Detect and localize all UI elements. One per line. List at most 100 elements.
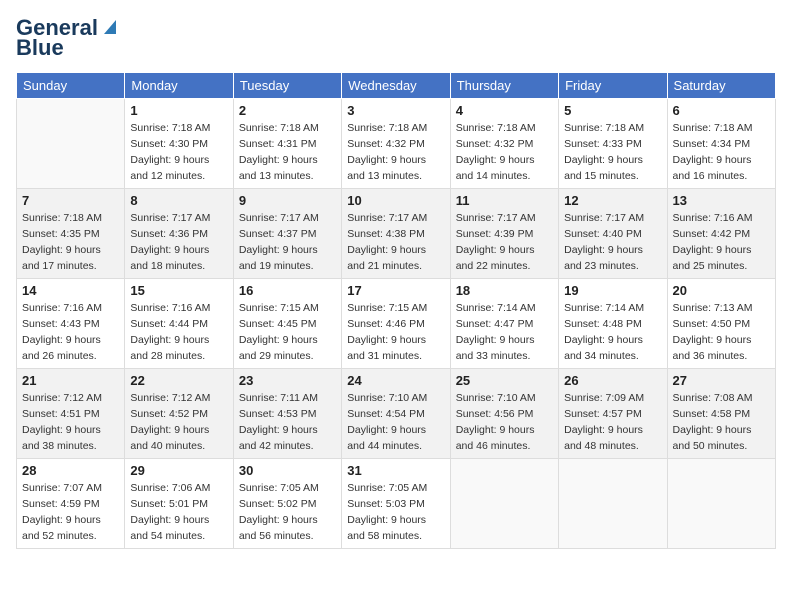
daylight-text: Daylight: 9 hours and 19 minutes. [239, 243, 336, 275]
day-detail: Sunrise: 7:10 AMSunset: 4:56 PMDaylight:… [456, 391, 553, 454]
daylight-text: Daylight: 9 hours and 52 minutes. [22, 513, 119, 545]
day-of-week-header: Thursday [450, 73, 558, 99]
sunrise-text: Sunrise: 7:10 AM [456, 391, 553, 407]
daylight-text: Daylight: 9 hours and 18 minutes. [130, 243, 227, 275]
calendar-header-row: SundayMondayTuesdayWednesdayThursdayFrid… [17, 73, 776, 99]
calendar-cell [450, 459, 558, 549]
day-detail: Sunrise: 7:14 AMSunset: 4:47 PMDaylight:… [456, 301, 553, 364]
day-detail: Sunrise: 7:17 AMSunset: 4:36 PMDaylight:… [130, 211, 227, 274]
day-number: 1 [130, 103, 227, 118]
day-number: 18 [456, 283, 553, 298]
sunrise-text: Sunrise: 7:16 AM [673, 211, 770, 227]
sunrise-text: Sunrise: 7:17 AM [239, 211, 336, 227]
calendar-cell: 4Sunrise: 7:18 AMSunset: 4:32 PMDaylight… [450, 99, 558, 189]
day-number: 28 [22, 463, 119, 478]
sunrise-text: Sunrise: 7:09 AM [564, 391, 661, 407]
daylight-text: Daylight: 9 hours and 16 minutes. [673, 153, 770, 185]
sunset-text: Sunset: 4:58 PM [673, 407, 770, 423]
day-number: 5 [564, 103, 661, 118]
sunset-text: Sunset: 4:52 PM [130, 407, 227, 423]
calendar-week-row: 7Sunrise: 7:18 AMSunset: 4:35 PMDaylight… [17, 189, 776, 279]
day-number: 29 [130, 463, 227, 478]
day-detail: Sunrise: 7:12 AMSunset: 4:52 PMDaylight:… [130, 391, 227, 454]
sunrise-text: Sunrise: 7:14 AM [456, 301, 553, 317]
logo: General Blue [16, 16, 120, 60]
daylight-text: Daylight: 9 hours and 44 minutes. [347, 423, 444, 455]
calendar-cell: 22 Sunrise: 7:12 AMSunset: 4:52 PMDayligh… [125, 369, 233, 459]
sunset-text: Sunset: 4:48 PM [564, 317, 661, 333]
daylight-text: Daylight: 9 hours and 23 minutes. [564, 243, 661, 275]
daylight-text: Daylight: 9 hours and 13 minutes. [239, 153, 336, 185]
day-number: 4 [456, 103, 553, 118]
day-detail: Sunrise: 7:18 AMSunset: 4:34 PMDaylight:… [673, 121, 770, 184]
calendar-week-row: 21Sunrise: 7:12 AMSunset: 4:51 PMDayligh… [17, 369, 776, 459]
day-detail: Sunrise: 7:13 AMSunset: 4:50 PMDaylight:… [673, 301, 770, 364]
logo-arrow-icon [100, 16, 120, 36]
sunset-text: Sunset: 4:38 PM [347, 227, 444, 243]
sunset-text: Sunset: 4:39 PM [456, 227, 553, 243]
day-number: 15 [130, 283, 227, 298]
calendar-cell: 1 Sunrise: 7:18 AMSunset: 4:30 PMDaylight… [125, 99, 233, 189]
day-number: 2 [239, 103, 336, 118]
day-detail: Sunrise: 7:16 AMSunset: 4:44 PMDaylight:… [130, 301, 227, 364]
daylight-text: Daylight: 9 hours and 54 minutes. [130, 513, 227, 545]
daylight-text: Daylight: 9 hours and 22 minutes. [456, 243, 553, 275]
sunrise-text: Sunrise: 7:17 AM [130, 211, 227, 227]
sunrise-text: Sunrise: 7:05 AM [239, 481, 336, 497]
day-detail: Sunrise: 7:07 AMSunset: 4:59 PMDaylight:… [22, 481, 119, 544]
daylight-text: Daylight: 9 hours and 48 minutes. [564, 423, 661, 455]
sunset-text: Sunset: 5:02 PM [239, 497, 336, 513]
sunrise-text: Sunrise: 7:15 AM [347, 301, 444, 317]
calendar-cell: 26Sunrise: 7:09 AMSunset: 4:57 PMDayligh… [559, 369, 667, 459]
day-number: 13 [673, 193, 770, 208]
day-detail: Sunrise: 7:17 AMSunset: 4:38 PMDaylight:… [347, 211, 444, 274]
sunrise-text: Sunrise: 7:15 AM [239, 301, 336, 317]
day-detail: Sunrise: 7:18 AMSunset: 4:35 PMDaylight:… [22, 211, 119, 274]
daylight-text: Daylight: 9 hours and 28 minutes. [130, 333, 227, 365]
sunrise-text: Sunrise: 7:05 AM [347, 481, 444, 497]
daylight-text: Daylight: 9 hours and 33 minutes. [456, 333, 553, 365]
day-detail: Sunrise: 7:06 AMSunset: 5:01 PMDaylight:… [130, 481, 227, 544]
logo-text-blue: Blue [16, 36, 64, 60]
calendar-cell: 31Sunrise: 7:05 AMSunset: 5:03 PMDayligh… [342, 459, 450, 549]
calendar-cell [667, 459, 775, 549]
day-number: 21 [22, 373, 119, 388]
calendar-cell: 16Sunrise: 7:15 AMSunset: 4:45 PMDayligh… [233, 279, 341, 369]
sunset-text: Sunset: 4:36 PM [130, 227, 227, 243]
day-number: 19 [564, 283, 661, 298]
sunrise-text: Sunrise: 7:16 AM [22, 301, 119, 317]
day-detail: Sunrise: 7:17 AMSunset: 4:40 PMDaylight:… [564, 211, 661, 274]
sunrise-text: Sunrise: 7:18 AM [22, 211, 119, 227]
sunrise-text: Sunrise: 7:11 AM [239, 391, 336, 407]
day-of-week-header: Sunday [17, 73, 125, 99]
daylight-text: Daylight: 9 hours and 25 minutes. [673, 243, 770, 275]
calendar-table: SundayMondayTuesdayWednesdayThursdayFrid… [16, 72, 776, 549]
daylight-text: Daylight: 9 hours and 56 minutes. [239, 513, 336, 545]
sunrise-text: Sunrise: 7:18 AM [347, 121, 444, 137]
sunset-text: Sunset: 4:43 PM [22, 317, 119, 333]
daylight-text: Daylight: 9 hours and 21 minutes. [347, 243, 444, 275]
sunset-text: Sunset: 5:03 PM [347, 497, 444, 513]
day-number: 6 [673, 103, 770, 118]
sunset-text: Sunset: 4:32 PM [456, 137, 553, 153]
calendar-cell: 14Sunrise: 7:16 AMSunset: 4:43 PMDayligh… [17, 279, 125, 369]
sunrise-text: Sunrise: 7:07 AM [22, 481, 119, 497]
day-detail: Sunrise: 7:18 AMSunset: 4:30 PMDaylight:… [130, 121, 227, 184]
sunrise-text: Sunrise: 7:18 AM [239, 121, 336, 137]
sunset-text: Sunset: 5:01 PM [130, 497, 227, 513]
sunrise-text: Sunrise: 7:10 AM [347, 391, 444, 407]
calendar-cell: 11Sunrise: 7:17 AMSunset: 4:39 PMDayligh… [450, 189, 558, 279]
daylight-text: Daylight: 9 hours and 40 minutes. [130, 423, 227, 455]
calendar-cell: 2Sunrise: 7:18 AMSunset: 4:31 PMDaylight… [233, 99, 341, 189]
day-number: 8 [130, 193, 227, 208]
day-detail: Sunrise: 7:08 AMSunset: 4:58 PMDaylight:… [673, 391, 770, 454]
daylight-text: Daylight: 9 hours and 50 minutes. [673, 423, 770, 455]
day-detail: Sunrise: 7:17 AMSunset: 4:39 PMDaylight:… [456, 211, 553, 274]
day-number: 17 [347, 283, 444, 298]
day-of-week-header: Monday [125, 73, 233, 99]
day-number: 22 [130, 373, 227, 388]
sunrise-text: Sunrise: 7:17 AM [347, 211, 444, 227]
calendar-cell: 8 Sunrise: 7:17 AMSunset: 4:36 PMDaylight… [125, 189, 233, 279]
calendar-cell: 25Sunrise: 7:10 AMSunset: 4:56 PMDayligh… [450, 369, 558, 459]
sunset-text: Sunset: 4:47 PM [456, 317, 553, 333]
